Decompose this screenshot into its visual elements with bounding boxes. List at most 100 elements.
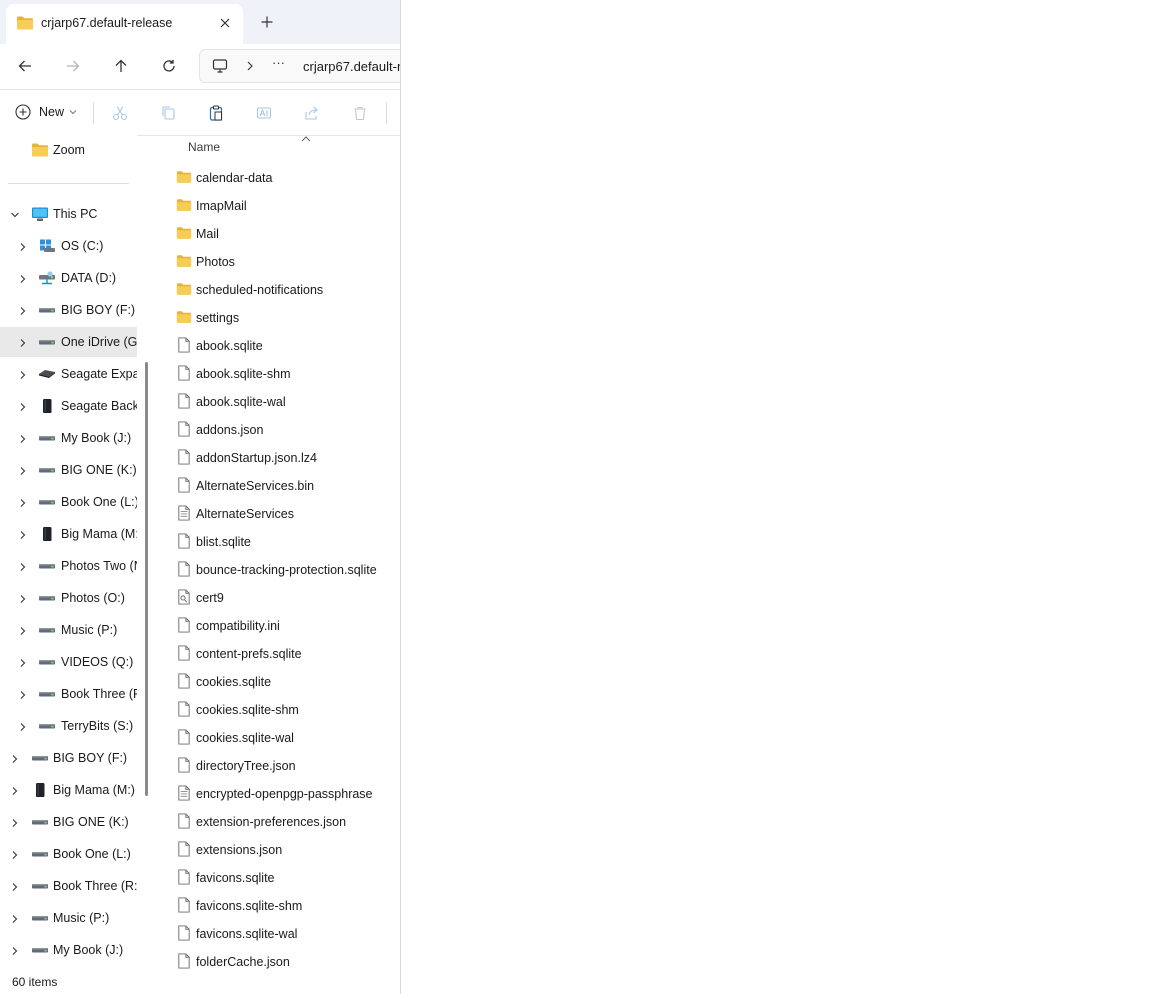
back-button[interactable] — [11, 52, 39, 80]
sidebar-item-big-one-k[interactable]: BIG ONE (K:) — [0, 455, 137, 485]
new-button[interactable]: New — [8, 99, 80, 125]
sidebar-item-my-book-j[interactable]: My Book (J:) — [0, 423, 137, 453]
chevron-right-icon[interactable] — [18, 657, 28, 667]
file-row[interactable]: bounce-tracking-protection.sqlite — [156, 556, 400, 584]
sidebar-item-music-p[interactable]: Music (P:) — [0, 903, 137, 933]
file-row[interactable]: cookies.sqlite — [156, 668, 400, 696]
file-row[interactable]: blist.sqlite — [156, 528, 400, 556]
file-row[interactable]: extension-preferences.json — [156, 808, 400, 836]
file-row[interactable]: cookies.sqlite-shm — [156, 696, 400, 724]
sidebar-item-music-p[interactable]: Music (P:) — [0, 615, 137, 645]
chevron-right-icon[interactable] — [10, 753, 20, 763]
file-row[interactable]: favicons.sqlite — [156, 864, 400, 892]
sidebar-item-os-c[interactable]: OS (C:) — [0, 231, 137, 261]
sidebar-item-photos-two-n[interactable]: Photos Two (N:) — [0, 551, 137, 581]
sidebar-item-terrybits-s[interactable]: TerryBits (S:) — [0, 711, 137, 741]
folder-row[interactable]: scheduled-notifications — [156, 276, 400, 304]
file-row[interactable]: favicons.sqlite-wal — [156, 920, 400, 948]
chevron-right-icon[interactable] — [18, 401, 28, 411]
sidebar-item-big-one-k[interactable]: BIG ONE (K:) — [0, 807, 137, 837]
sidebar-item-big-boy-f[interactable]: BIG BOY (F:) — [0, 743, 137, 773]
file-row[interactable]: content-prefs.sqlite — [156, 640, 400, 668]
navigation-pane[interactable]: Zoom This PC OS (C:) DATA (D:) BIG BOY (F:) O… — [0, 135, 137, 969]
new-tab-button[interactable] — [256, 11, 278, 33]
file-row[interactable]: addonStartup.json.lz4 — [156, 444, 400, 472]
sidebar-item-one-idrive-g[interactable]: One iDrive (G:) — [0, 327, 137, 357]
sidebar-item-big-mama-m[interactable]: Big Mama (M:) — [0, 519, 137, 549]
folder-row[interactable]: Mail — [156, 220, 400, 248]
sidebar-item-book-three-r[interactable]: Book Three (R:) — [0, 679, 137, 709]
chevron-right-icon[interactable] — [18, 529, 28, 539]
file-row[interactable]: compatibility.ini — [156, 612, 400, 640]
sidebar-item-photos-o[interactable]: Photos (O:) — [0, 583, 137, 613]
address-bar[interactable]: ··· crjarp67.default-release — [199, 49, 400, 83]
file-row[interactable]: AlternateServices.bin — [156, 472, 400, 500]
chevron-right-icon[interactable] — [244, 58, 256, 74]
sidebar-item-my-book-j[interactable]: My Book (J:) — [0, 935, 137, 965]
file-row[interactable]: encrypted-openpgp-passphrase — [156, 780, 400, 808]
chevron-right-icon[interactable] — [10, 881, 20, 891]
folder-row[interactable]: Photos — [156, 248, 400, 276]
chevron-right-icon[interactable] — [18, 369, 28, 379]
file-row[interactable]: abook.sqlite — [156, 332, 400, 360]
chevron-right-icon[interactable] — [10, 945, 20, 955]
breadcrumb-overflow-button[interactable]: ··· — [272, 55, 285, 70]
chevron-right-icon[interactable] — [18, 305, 28, 315]
folder-row[interactable]: calendar-data — [156, 164, 400, 192]
sidebar-item-videos-q[interactable]: VIDEOS (Q:) — [0, 647, 137, 677]
folder-row[interactable]: ImapMail — [156, 192, 400, 220]
chevron-right-icon[interactable] — [18, 497, 28, 507]
sidebar-item-zoom[interactable]: Zoom — [0, 135, 137, 165]
forward-button[interactable] — [59, 52, 87, 80]
close-tab-button[interactable] — [214, 12, 236, 34]
chevron-right-icon[interactable] — [18, 337, 28, 347]
sidebar-item-this-pc[interactable]: This PC — [0, 199, 137, 229]
share-button[interactable] — [300, 101, 324, 125]
sidebar-item-data-d[interactable]: DATA (D:) — [0, 263, 137, 293]
sidebar-item-book-three-r[interactable]: Book Three (R:) — [0, 871, 137, 901]
chevron-right-icon[interactable] — [10, 849, 20, 859]
sidebar-item-seagate-backup[interactable]: Seagate Backup — [0, 391, 137, 421]
chevron-right-icon[interactable] — [18, 433, 28, 443]
chevron-right-icon[interactable] — [18, 625, 28, 635]
file-row[interactable]: favicons.sqlite-shm — [156, 892, 400, 920]
tab-crjarp67[interactable]: crjarp67.default-release — [6, 4, 243, 44]
chevron-right-icon[interactable] — [18, 273, 28, 283]
chevron-right-icon[interactable] — [10, 817, 20, 827]
delete-button[interactable] — [348, 101, 372, 125]
chevron-right-icon[interactable] — [18, 593, 28, 603]
file-row[interactable]: directoryTree.json — [156, 752, 400, 780]
file-row[interactable]: abook.sqlite-shm — [156, 360, 400, 388]
chevron-right-icon[interactable] — [18, 721, 28, 731]
column-header-name[interactable]: Name — [188, 140, 220, 154]
file-row[interactable]: AlternateServices — [156, 500, 400, 528]
sidebar-item-big-boy-f[interactable]: BIG BOY (F:) — [0, 295, 137, 325]
file-row[interactable]: extensions.json — [156, 836, 400, 864]
file-list[interactable]: Name calendar-data ImapMail Mail Photos sche… — [156, 135, 400, 969]
sidebar-item-book-one-l[interactable]: Book One (L:) — [0, 839, 137, 869]
navigation-pane-scrollbar[interactable] — [145, 362, 148, 796]
chevron-right-icon[interactable] — [18, 689, 28, 699]
copy-button[interactable] — [156, 101, 180, 125]
chevron-right-icon[interactable] — [18, 561, 28, 571]
sidebar-item-big-mama-m[interactable]: Big Mama (M:) — [0, 775, 137, 805]
chevron-right-icon[interactable] — [18, 241, 28, 251]
file-row[interactable]: abook.sqlite-wal — [156, 388, 400, 416]
file-row[interactable]: cookies.sqlite-wal — [156, 724, 400, 752]
breadcrumb-current[interactable]: crjarp67.default-release — [303, 59, 400, 74]
refresh-button[interactable] — [155, 52, 183, 80]
chevron-down-icon[interactable] — [10, 209, 20, 219]
file-row[interactable]: cert9 — [156, 584, 400, 612]
folder-row[interactable]: settings — [156, 304, 400, 332]
cut-button[interactable] — [108, 101, 132, 125]
chevron-right-icon[interactable] — [10, 913, 20, 923]
sidebar-item-book-one-l[interactable]: Book One (L:) — [0, 487, 137, 517]
chevron-right-icon[interactable] — [18, 465, 28, 475]
up-button[interactable] — [107, 52, 135, 80]
rename-button[interactable] — [252, 101, 276, 125]
chevron-right-icon[interactable] — [10, 785, 20, 795]
file-row[interactable]: folderCache.json — [156, 948, 400, 969]
file-row[interactable]: addons.json — [156, 416, 400, 444]
paste-button[interactable] — [204, 101, 228, 125]
sidebar-item-seagate-expansion[interactable]: Seagate Expansion — [0, 359, 137, 389]
